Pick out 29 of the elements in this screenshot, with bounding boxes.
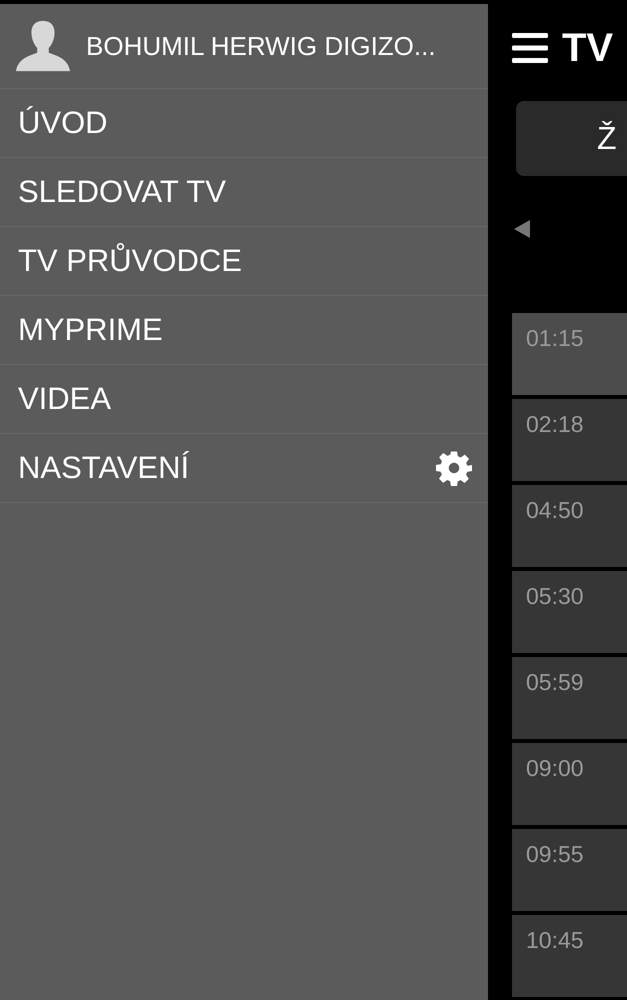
programme-time: 04:50	[526, 497, 584, 523]
menu-icon[interactable]	[512, 33, 548, 63]
user-name: BOHUMIL HERWIG DIGIZO...	[86, 30, 436, 62]
menu-item[interactable]: ÚVOD	[0, 89, 488, 158]
programme-time: 05:30	[526, 583, 584, 609]
screen-title: TV	[562, 26, 614, 70]
programme-row[interactable]: 01:15	[512, 313, 627, 395]
programme-time: 05:59	[526, 669, 584, 695]
programme-time: 02:18	[526, 411, 584, 437]
programme-row[interactable]: 10:45	[512, 915, 627, 997]
programme-row[interactable]: 05:30	[512, 571, 627, 653]
programme-row[interactable]: 09:00	[512, 743, 627, 825]
menu-item[interactable]: MYPRIME	[0, 296, 488, 365]
programme-time: 09:00	[526, 755, 584, 781]
programme-row[interactable]: 04:50	[512, 485, 627, 567]
programme-time: 10:45	[526, 927, 584, 953]
user-silhouette-icon	[14, 19, 72, 73]
menu-item[interactable]: VIDEA	[0, 365, 488, 434]
menu-item[interactable]: SLEDOVAT TV	[0, 158, 488, 227]
programme-time: 09:55	[526, 841, 584, 867]
menu-item[interactable]: TV PRŮVODCE	[0, 227, 488, 296]
programme-row[interactable]: 02:18	[512, 399, 627, 481]
left-arrow-icon[interactable]	[514, 220, 530, 238]
programme-row[interactable]: 09:55	[512, 829, 627, 911]
menu-item[interactable]: NASTAVENÍ	[0, 434, 488, 503]
settings-icon[interactable]	[436, 450, 472, 486]
programme-row[interactable]: 05:59	[512, 657, 627, 739]
day-button[interactable]: Ž	[516, 101, 627, 176]
programme-time: 01:15	[526, 325, 584, 351]
